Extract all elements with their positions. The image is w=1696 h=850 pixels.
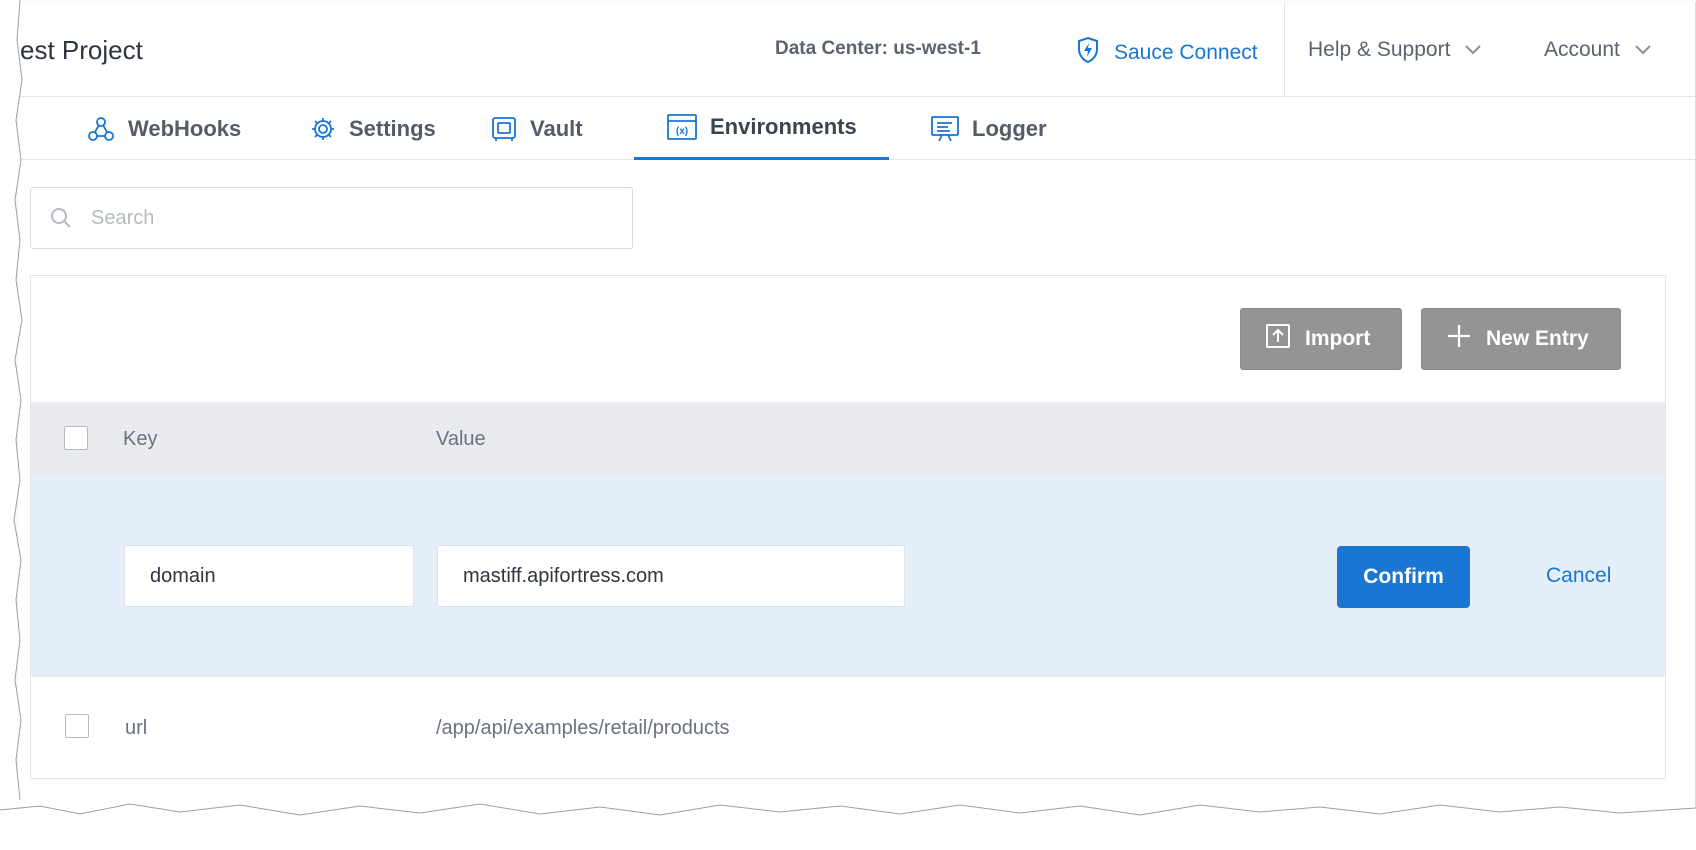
environments-icon: (x) <box>666 113 698 141</box>
tab-environments[interactable]: (x) Environments <box>634 97 889 160</box>
import-button[interactable]: Import <box>1240 308 1402 370</box>
gear-icon <box>309 115 337 143</box>
table-header: Key Value <box>31 402 1665 475</box>
search-input[interactable] <box>91 206 591 230</box>
svg-text:(x): (x) <box>676 126 688 137</box>
tab-label: Environments <box>710 114 857 139</box>
vault-icon <box>490 115 518 143</box>
help-support-label: Help & Support <box>1308 38 1451 61</box>
search-box[interactable] <box>30 187 633 249</box>
tab-webhooks[interactable]: WebHooks <box>86 97 241 160</box>
sauce-connect-link[interactable]: Sauce Connect <box>1076 36 1258 70</box>
tab-bar: WebHooks Settings Vault (x) Environments… <box>18 97 1695 160</box>
webhooks-icon <box>86 114 116 144</box>
sauce-connect-label: Sauce Connect <box>1114 41 1258 64</box>
tab-label: Settings <box>349 115 436 141</box>
logger-icon <box>930 115 960 143</box>
help-support-menu[interactable]: Help & Support <box>1308 38 1482 62</box>
column-header-key: Key <box>123 428 158 450</box>
new-entry-label: New Entry <box>1486 327 1589 350</box>
account-label: Account <box>1544 38 1620 61</box>
row-value: /app/api/examples/retail/products <box>436 717 730 739</box>
new-entry-button[interactable]: New Entry <box>1421 308 1621 370</box>
tab-partial-label: d <box>0 116 8 141</box>
tab-logger[interactable]: Logger <box>930 97 1047 160</box>
row-checkbox[interactable] <box>65 714 89 738</box>
key-field[interactable] <box>124 545 414 607</box>
header-divider <box>1284 2 1285 97</box>
cancel-link[interactable]: Cancel <box>1546 564 1611 588</box>
chevron-down-icon <box>1464 38 1482 62</box>
plus-icon <box>1446 323 1472 355</box>
tab-label: Logger <box>972 115 1047 141</box>
project-title: est Project <box>20 35 143 65</box>
import-label: Import <box>1305 327 1371 350</box>
data-center-label: Data Center: us-west-1 <box>775 38 981 59</box>
row-key: url <box>125 717 148 739</box>
environments-panel: Import New Entry Key Value Confirm Cance… <box>30 275 1666 779</box>
column-header-value: Value <box>436 428 486 450</box>
select-all-checkbox[interactable] <box>64 426 88 450</box>
top-header: est Project Data Center: us-west-1 Sauce… <box>18 2 1695 97</box>
confirm-button[interactable]: Confirm <box>1337 546 1470 608</box>
upload-icon <box>1265 323 1291 355</box>
search-icon <box>49 206 73 230</box>
chevron-down-icon <box>1634 38 1652 62</box>
tab-label: WebHooks <box>128 115 242 141</box>
app-window: est Project Data Center: us-west-1 Sauce… <box>18 2 1696 822</box>
table-row[interactable]: url /app/api/examples/retail/products <box>31 677 1665 778</box>
tab-vault[interactable]: Vault <box>490 97 583 160</box>
tab-settings[interactable]: Settings <box>309 97 436 160</box>
tab-label: Vault <box>530 115 583 141</box>
account-menu[interactable]: Account <box>1544 38 1652 62</box>
shield-bolt-icon <box>1076 36 1100 70</box>
value-field[interactable] <box>437 545 905 607</box>
